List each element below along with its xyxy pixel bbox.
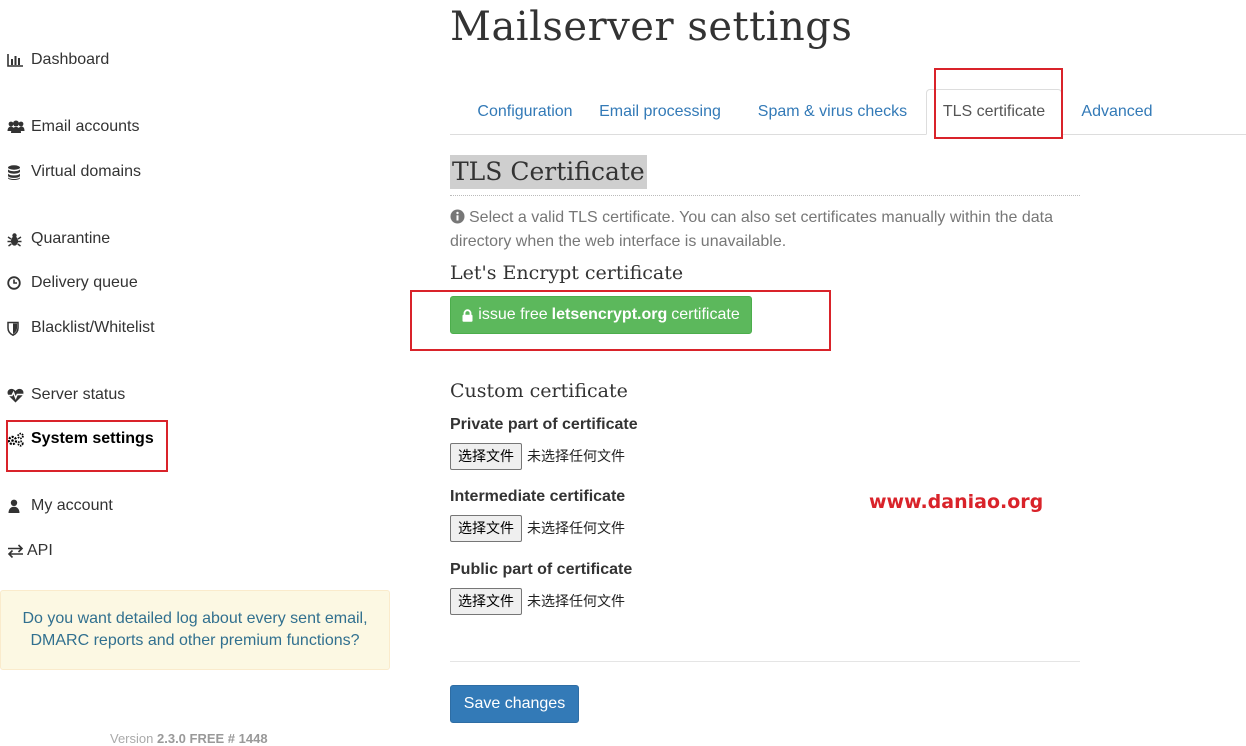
public-cert-label: Public part of certificate (450, 561, 633, 578)
private-cert-choose-button[interactable]: 选择文件 (450, 442, 522, 470)
users-icon (7, 119, 25, 135)
highlight-box-system-settings (6, 420, 168, 472)
user-icon (7, 498, 25, 514)
public-cert-choose-button[interactable]: 选择文件 (450, 587, 522, 615)
sidebar-item-label: Dashboard (31, 51, 110, 68)
premium-notice-text[interactable]: Do you want detailed log about every sen… (20, 608, 370, 652)
sidebar-item-virtual-domains[interactable]: Virtual domains (7, 160, 141, 184)
intermediate-cert-choose-button[interactable]: 选择文件 (450, 514, 522, 542)
sidebar-item-my-account[interactable]: My account (7, 494, 113, 518)
shield-icon (7, 320, 25, 336)
intermediate-cert-file-input: 选择文件 未选择任何文件 (450, 514, 625, 542)
watermark-text: www.daniao.org (869, 491, 1044, 513)
private-cert-file-input: 选择文件 未选择任何文件 (450, 442, 625, 470)
sidebar-item-email-accounts[interactable]: Email accounts (7, 115, 140, 139)
public-cert-file-input: 选择文件 未选择任何文件 (450, 587, 625, 615)
bar-chart-icon (7, 52, 25, 68)
tab-email-processing[interactable]: Email processing (590, 89, 730, 135)
sidebar-item-label: My account (31, 497, 113, 514)
save-changes-button[interactable]: Save changes (450, 685, 579, 723)
sidebar-item-label: Email accounts (31, 118, 140, 135)
info-text-content: Select a valid TLS certificate. You can … (450, 209, 1054, 250)
exchange-icon (7, 543, 25, 559)
version-prefix: Version (110, 731, 154, 746)
sidebar-item-dashboard[interactable]: Dashboard (7, 48, 109, 72)
database-icon (7, 164, 25, 180)
heartbeat-icon (7, 387, 25, 403)
page-title: Mailserver settings (450, 4, 853, 50)
form-footer-divider (450, 661, 1080, 662)
sidebar-item-api[interactable]: API (7, 539, 53, 563)
tab-spam-virus-checks[interactable]: Spam & virus checks (745, 89, 920, 135)
bug-icon (7, 231, 25, 247)
sidebar-item-server-status[interactable]: Server status (7, 383, 125, 407)
tab-advanced[interactable]: Advanced (1070, 89, 1164, 135)
highlight-box-letsencrypt (410, 290, 831, 351)
info-circle-icon (450, 209, 465, 231)
info-text: Select a valid TLS certificate. You can … (450, 207, 1070, 253)
section-divider (450, 195, 1080, 196)
private-cert-file-status: 未选择任何文件 (527, 449, 625, 465)
sidebar-item-delivery-queue[interactable]: Delivery queue (7, 271, 138, 295)
sidebar-item-label: Delivery queue (31, 274, 138, 291)
sidebar-item-label: Blacklist/Whitelist (31, 319, 155, 336)
intermediate-cert-label: Intermediate certificate (450, 488, 626, 505)
sidebar-item-label: Virtual domains (31, 163, 141, 180)
sidebar: Dashboard Email accounts Virtual domains… (0, 0, 400, 746)
sidebar-item-quarantine[interactable]: Quarantine (7, 227, 110, 251)
version-info: Version 2.3.0 FREE # 1448 (110, 731, 268, 746)
private-cert-label: Private part of certificate (450, 416, 638, 433)
sidebar-item-label: Quarantine (31, 230, 111, 247)
sidebar-item-label: API (27, 542, 53, 559)
premium-notice[interactable]: Do you want detailed log about every sen… (0, 590, 390, 670)
public-cert-file-status: 未选择任何文件 (527, 594, 625, 610)
section-title: TLS Certificate (450, 155, 647, 189)
clock-icon (7, 275, 25, 291)
sidebar-item-blacklist-whitelist[interactable]: Blacklist/Whitelist (7, 316, 155, 340)
intermediate-cert-file-status: 未选择任何文件 (527, 521, 625, 537)
version-value: 2.3.0 FREE # 1448 (157, 731, 268, 746)
tab-configuration[interactable]: Configuration (460, 89, 590, 135)
sidebar-item-label: Server status (31, 386, 126, 403)
custom-certificate-title: Custom certificate (450, 380, 628, 402)
highlight-box-tls-tab (934, 68, 1063, 139)
settings-tabs: Configuration Email processing Spam & vi… (450, 89, 1246, 135)
letsencrypt-title: Let's Encrypt certificate (450, 262, 684, 284)
